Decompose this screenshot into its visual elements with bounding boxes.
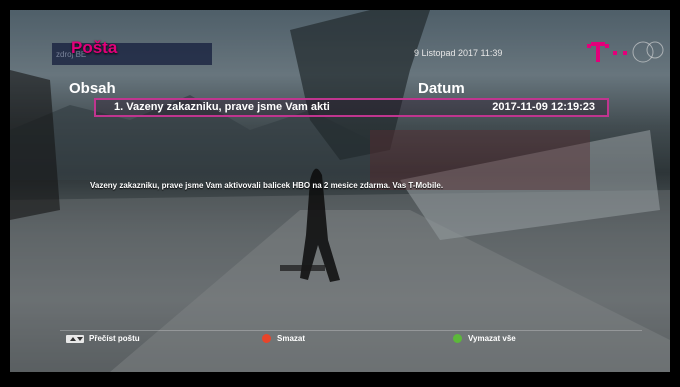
clock-datetime: 9 Listopad 2017 11:39	[414, 48, 503, 58]
delete-label: Smazat	[277, 334, 306, 343]
message-row[interactable]: 1. Vazeny zakazniku, prave jsme Vam akti…	[94, 98, 609, 117]
tv-screen: zdroj BE Pošta 9 Listopad 2017 11:39 Obs…	[0, 0, 680, 387]
read-mail-button[interactable]: Přečíst poštu	[66, 334, 140, 343]
message-body: Vazeny zakazniku, prave jsme Vam aktivov…	[90, 181, 444, 190]
page-title: Pošta	[71, 38, 118, 57]
column-header-date: Datum	[418, 80, 465, 97]
delete-all-button[interactable]: Vymazat vše	[453, 334, 516, 343]
red-button-icon	[262, 334, 271, 343]
read-mail-label: Přečíst poštu	[89, 334, 140, 343]
t-mobile-logo	[587, 41, 664, 63]
message-date: 2017-11-09 12:19:23	[492, 101, 595, 113]
column-header-subject: Obsah	[69, 80, 116, 97]
delete-all-label: Vymazat vše	[468, 334, 516, 343]
up-down-arrows-icon	[66, 334, 84, 343]
delete-button[interactable]: Smazat	[262, 334, 305, 343]
green-button-icon	[453, 334, 462, 343]
footer-divider	[60, 330, 642, 331]
message-subject: 1. Vazeny zakazniku, prave jsme Vam akti	[114, 101, 330, 113]
